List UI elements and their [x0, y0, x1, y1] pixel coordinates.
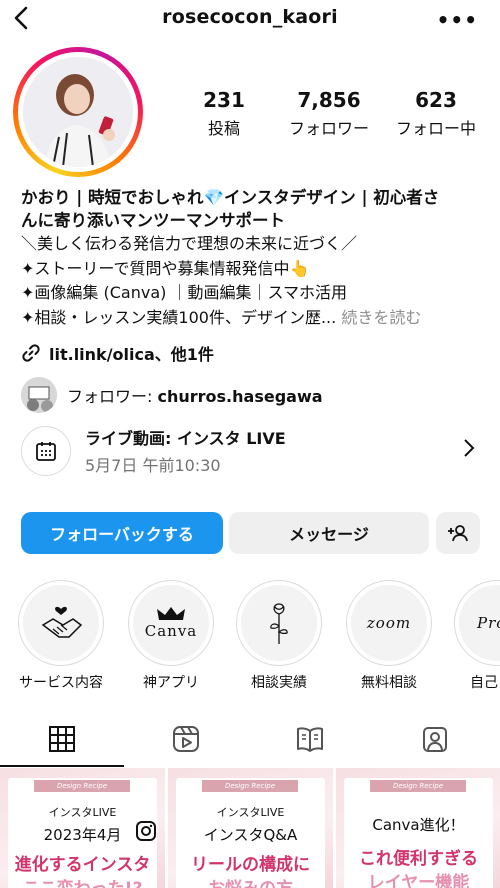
read-more-link[interactable]: 続きを読む	[341, 308, 421, 327]
followed-by-username: churros.hasegawa	[157, 387, 323, 406]
profile-username: rosecocon_kaori	[162, 6, 338, 28]
event-title: ライブ動画: インスタ LIVE	[85, 429, 286, 448]
calendar-icon	[21, 426, 71, 476]
profile-tabs	[0, 712, 500, 768]
bio-link[interactable]: lit.link/olica、他1件	[21, 341, 214, 365]
handshake-icon	[41, 606, 83, 638]
tile-title: これ便利すぎる	[359, 849, 478, 869]
post-tile[interactable]: Design Recipe インスタLIVE 2023年4月 進化するインスタ …	[0, 768, 165, 888]
highlight-text: Pro	[477, 614, 500, 632]
following-count-value: 623	[415, 88, 457, 112]
followers-count[interactable]: 7,856 フォロワー	[282, 88, 376, 139]
top-bar: rosecocon_kaori •••	[0, 0, 500, 38]
bio-link-text: lit.link/olica、他1件	[49, 345, 214, 364]
posts-count-label: 投稿	[207, 119, 240, 138]
highlight-label: 神アプリ	[143, 675, 199, 691]
tile-heading: インスタQ&A	[203, 826, 298, 844]
bio-line-last: ✦相談・レッスン実績100件、デザイン歴... 続きを読む	[21, 306, 481, 331]
post-tile[interactable]: Design Recipe インスタLIVE インスタQ&A リールの構成に お…	[168, 768, 333, 888]
tile-title-2: レイヤー機能	[367, 873, 470, 888]
chevron-right-icon	[464, 439, 475, 457]
link-icon	[22, 344, 40, 362]
active-tab-indicator	[0, 765, 124, 767]
follower-avatar	[21, 377, 57, 413]
followers-count-value: 7,856	[297, 88, 361, 112]
followed-by-prefix: フォロワー:	[67, 387, 158, 406]
bio-line: ✦ストーリーで質問や募集情報発信中👆	[21, 258, 310, 278]
grid-icon[interactable]	[47, 724, 77, 754]
bio-line: ＼美しく伝わる発信力で理想の未来に近づく／	[21, 234, 358, 253]
avatar-photo	[23, 57, 133, 167]
follow-back-button[interactable]: フォローバックする	[21, 512, 223, 554]
highlight-label: 無料相談	[361, 675, 417, 691]
more-options-icon[interactable]: •••	[437, 8, 478, 32]
highlight-profile[interactable]: Pro 自己	[454, 580, 500, 692]
tile-heading: Canva進化！	[372, 816, 465, 834]
following-count-label: フォロー中	[395, 119, 476, 138]
reels-icon[interactable]	[171, 724, 201, 754]
followers-count-label: フォロワー	[288, 119, 369, 138]
tile-title: 進化するインスタ	[14, 855, 151, 875]
post-tile[interactable]: Design Recipe Canva進化！ これ便利すぎる レイヤー機能	[336, 768, 500, 888]
add-person-icon	[448, 525, 468, 542]
tile-ribbon: Design Recipe	[34, 780, 130, 792]
tile-ribbon: Design Recipe	[202, 780, 298, 792]
highlight-label: 自己	[470, 675, 498, 691]
rose-icon	[270, 603, 288, 644]
tagged-icon[interactable]	[420, 724, 450, 754]
guides-icon[interactable]	[295, 724, 325, 754]
bio-name-line-1: かおり | 時短でおしゃれ💎インスタデザイン | 初心者さ	[21, 188, 440, 207]
crown-icon	[157, 607, 185, 620]
highlight-service[interactable]: サービス内容	[16, 580, 106, 692]
highlight-results[interactable]: 相談実績	[234, 580, 324, 692]
message-button[interactable]: メッセージ	[229, 512, 429, 554]
highlight-consult[interactable]: zoom 無料相談	[344, 580, 434, 692]
followed-by-text: フォロワー: churros.hasegawa	[67, 383, 323, 407]
profile-avatar[interactable]	[13, 47, 143, 177]
bio-line: ✦相談・レッスン実績100件、デザイン歴...	[21, 307, 337, 327]
highlight-app[interactable]: Canva 神アプリ	[126, 580, 216, 692]
tile-ribbon: Design Recipe	[370, 780, 466, 792]
live-event-row[interactable]: ライブ動画: インスタ LIVE 5月7日 午前10:30	[21, 420, 481, 482]
followed-by[interactable]: フォロワー: churros.hasegawa	[21, 377, 323, 413]
tile-subtitle: インスタLIVE	[48, 806, 117, 819]
posts-count-value: 231	[203, 88, 245, 112]
highlight-label: 相談実績	[251, 675, 307, 691]
instagram-icon	[136, 821, 156, 841]
profile-bio: かおり | 時短でおしゃれ💎インスタデザイン | 初心者さ んに寄り添いマンツー…	[21, 186, 481, 330]
tile-title: リールの構成に	[191, 855, 310, 875]
highlight-label: サービス内容	[19, 675, 103, 691]
highlight-text: Canva	[144, 622, 198, 640]
posts-grid: Design Recipe インスタLIVE 2023年4月 進化するインスタ …	[0, 768, 500, 888]
event-date: 5月7日 午前10:30	[85, 456, 221, 475]
bio-line: ✦画像編集 (Canva) ｜動画編集｜スマホ活用	[21, 283, 347, 302]
tile-title-2: お悩みの方	[168, 874, 333, 888]
tile-title-2: ここ変わった!?	[0, 874, 165, 888]
posts-count[interactable]: 231 投稿	[196, 88, 252, 139]
following-count[interactable]: 623 フォロー中	[389, 88, 483, 139]
highlight-text: zoom	[366, 614, 412, 632]
tile-subtitle: インスタLIVE	[216, 806, 285, 819]
bio-name-line-2: んに寄り添いマンツーマンサポート	[21, 211, 285, 230]
suggest-users-button[interactable]	[436, 512, 480, 554]
